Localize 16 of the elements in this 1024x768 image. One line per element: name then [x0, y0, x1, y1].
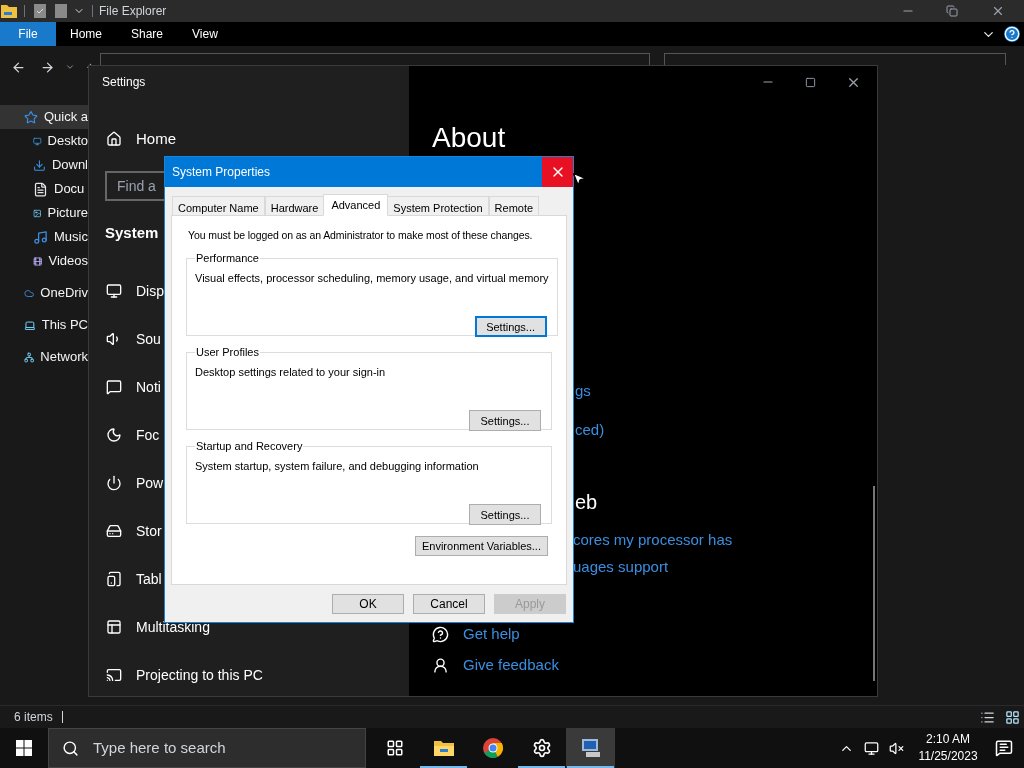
dialog-title: System Properties: [172, 164, 271, 181]
group-description: Visual effects, processor scheduling, memory usage, and virtual memory: [195, 271, 549, 287]
window-title: File Explorer: [99, 3, 167, 20]
section-heading: System: [105, 223, 159, 242]
group-description: Desktop settings related to your sign-in: [195, 365, 387, 381]
time: 2:10 AM: [926, 731, 970, 748]
group-title: Startup and Recovery: [195, 438, 304, 454]
admin-notice: You must be logged on as an Administrator to make most of these changes.: [188, 228, 533, 243]
group-title: User Profiles: [195, 344, 260, 360]
status-text: 6 items: [14, 709, 53, 726]
page-title: About: [432, 121, 506, 155]
window-title: Settings: [102, 74, 146, 91]
date: 11/25/2023: [918, 748, 978, 765]
section-heading: eb: [575, 490, 598, 515]
group-title: Performance: [195, 250, 260, 266]
group-description: System startup, system failure, and debugging information: [195, 459, 480, 475]
